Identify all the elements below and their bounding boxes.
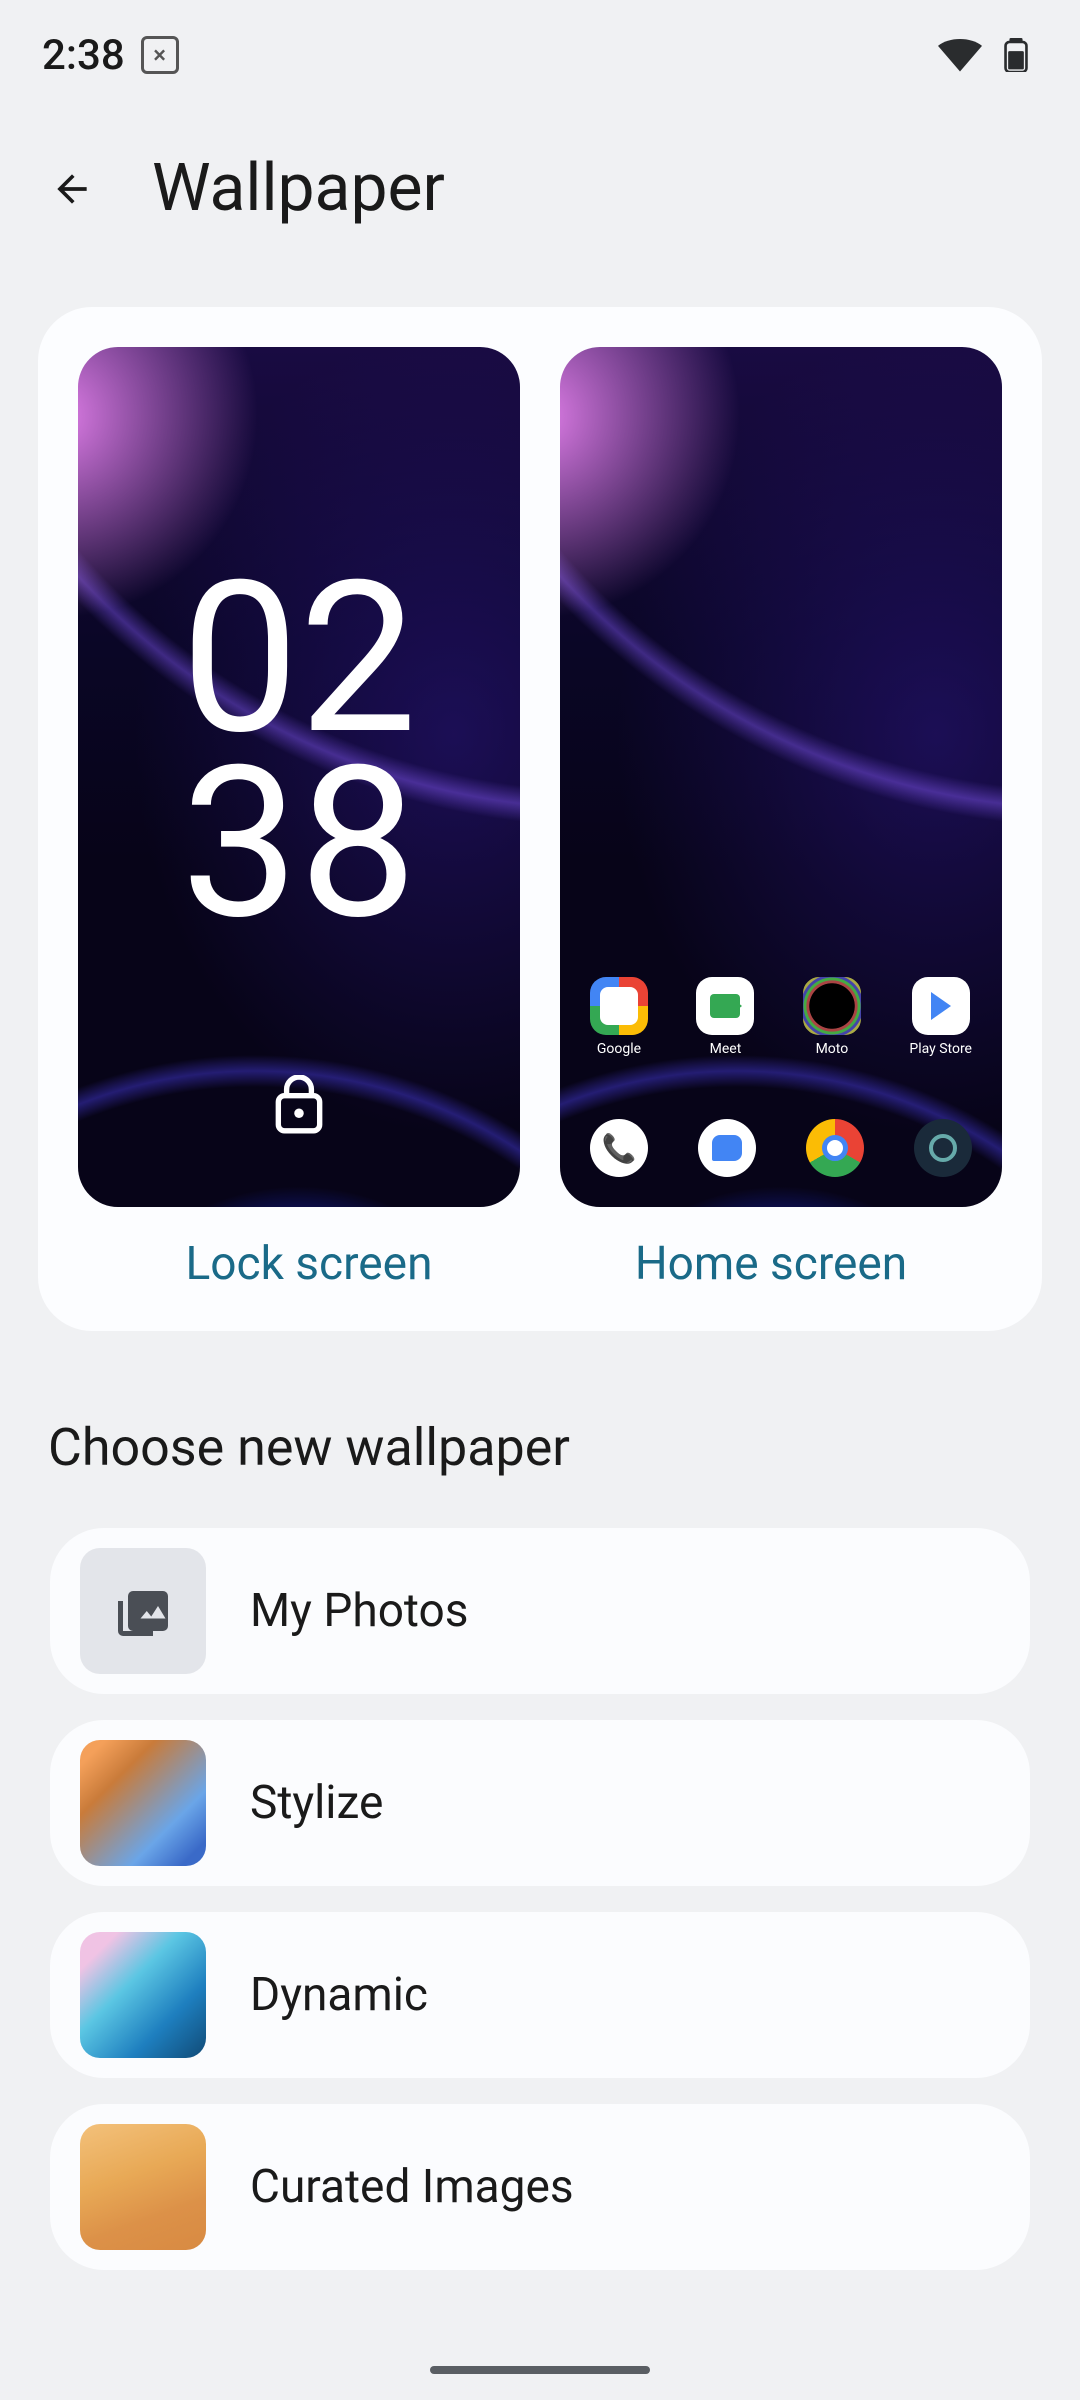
wifi-icon bbox=[938, 38, 982, 72]
section-heading: Choose new wallpaper bbox=[0, 1391, 1080, 1528]
category-dynamic[interactable]: Dynamic bbox=[50, 1912, 1030, 2078]
my-photos-thumb bbox=[80, 1548, 206, 1674]
category-stylize[interactable]: Stylize bbox=[50, 1720, 1030, 1886]
category-list: My Photos Stylize Dynamic Curated Images bbox=[0, 1528, 1080, 2270]
app-meet-icon bbox=[696, 977, 754, 1035]
app-moto-icon bbox=[803, 977, 861, 1035]
home-screen-label[interactable]: Home screen bbox=[540, 1237, 1002, 1291]
lock-screen-label[interactable]: Lock screen bbox=[78, 1237, 540, 1291]
status-bar: 2:38 × bbox=[0, 0, 1080, 110]
status-time: 2:38 bbox=[42, 31, 125, 80]
category-label: Curated Images bbox=[250, 2160, 574, 2214]
category-my-photos[interactable]: My Photos bbox=[50, 1528, 1030, 1694]
dynamic-thumb bbox=[80, 1932, 206, 2058]
app-camera-icon bbox=[914, 1119, 972, 1177]
lock-icon bbox=[274, 1075, 324, 1137]
app-messages-icon bbox=[698, 1119, 756, 1177]
app-playstore-label: Play Store bbox=[909, 1041, 972, 1057]
back-button[interactable] bbox=[48, 165, 96, 213]
dismissed-notif-icon: × bbox=[141, 36, 179, 74]
home-screen-preview[interactable]: Google Meet Moto Play Store bbox=[560, 347, 1002, 1207]
lock-screen-preview[interactable]: 02 38 bbox=[78, 347, 520, 1207]
app-google-icon bbox=[590, 977, 648, 1035]
photo-library-icon bbox=[113, 1581, 173, 1641]
app-meet-label: Meet bbox=[710, 1041, 742, 1057]
header: Wallpaper bbox=[0, 110, 1080, 307]
app-moto-label: Moto bbox=[816, 1041, 849, 1057]
curated-thumb bbox=[80, 2124, 206, 2250]
battery-icon bbox=[994, 38, 1038, 72]
category-label: Dynamic bbox=[250, 1968, 428, 2022]
category-label: My Photos bbox=[250, 1584, 469, 1638]
app-phone-icon bbox=[590, 1119, 648, 1177]
category-label: Stylize bbox=[250, 1776, 383, 1830]
app-chrome-icon bbox=[806, 1119, 864, 1177]
category-curated[interactable]: Curated Images bbox=[50, 2104, 1030, 2270]
lock-clock-minute: 38 bbox=[78, 752, 520, 937]
preview-card: 02 38 Google Meet Moto Play Store bbox=[38, 307, 1042, 1331]
app-google-label: Google bbox=[597, 1041, 641, 1057]
app-playstore-icon bbox=[912, 977, 970, 1035]
stylize-thumb bbox=[80, 1740, 206, 1866]
lock-screen-clock: 02 38 bbox=[78, 567, 520, 937]
navigation-handle[interactable] bbox=[430, 2366, 650, 2374]
page-title: Wallpaper bbox=[152, 150, 445, 227]
